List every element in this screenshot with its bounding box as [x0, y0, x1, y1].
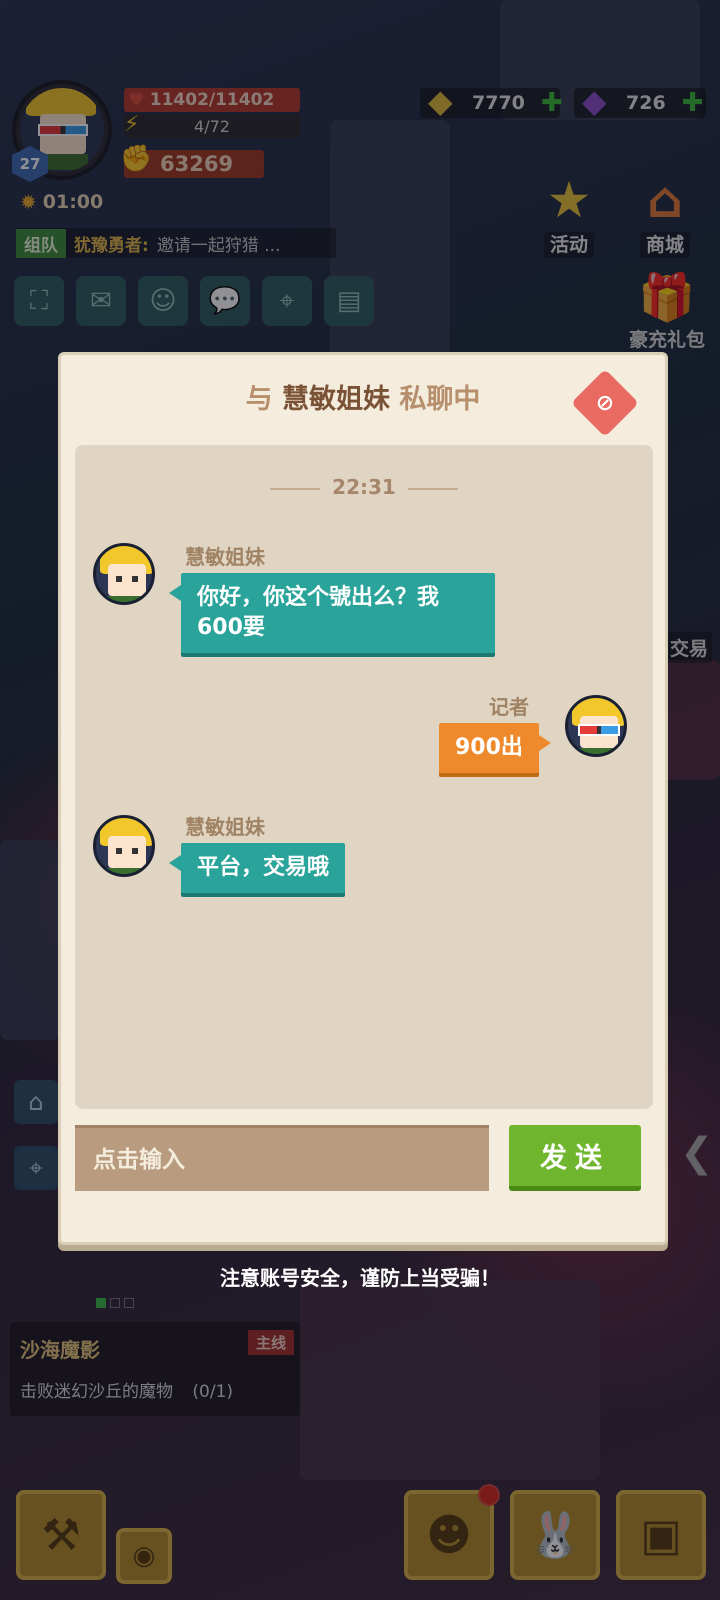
message-sender: 慧敏姐妹	[185, 815, 265, 839]
private-chat-dialog: 与 慧敏姐妹 私聊中 ⊘ 22:31 慧敏姐妹 你好，你这个號出么？我600要 …	[58, 352, 668, 1245]
message-bubble: 平台，交易哦	[168, 843, 346, 893]
block-chat-button[interactable]: ⊘	[571, 369, 639, 437]
title-suffix: 私聊中	[399, 384, 481, 415]
time-separator: 22:31	[75, 475, 653, 499]
my-avatar[interactable]	[565, 695, 627, 757]
sender-avatar[interactable]	[93, 815, 155, 877]
title-name: 慧敏姐妹	[282, 384, 390, 415]
message-sender: 记者	[489, 695, 529, 719]
message-bubble: 你好，你这个號出么？我600要	[169, 573, 495, 653]
sender-avatar[interactable]	[93, 543, 155, 605]
security-warning: 注意账号安全，谨防上当受骗！	[220, 1266, 500, 1290]
send-button[interactable]: 发送	[509, 1125, 641, 1191]
title-prefix: 与	[245, 384, 273, 415]
chat-messages[interactable]: 22:31 慧敏姐妹 你好，你这个號出么？我600要 记者 900出 慧敏姐妹 …	[75, 445, 653, 1109]
dialog-title: 与 慧敏姐妹 私聊中	[61, 377, 665, 416]
chat-input[interactable]	[75, 1125, 489, 1191]
message-sender: 慧敏姐妹	[185, 545, 265, 569]
message-bubble: 900出	[439, 723, 551, 773]
chat-block-icon: ⊘	[595, 390, 615, 416]
